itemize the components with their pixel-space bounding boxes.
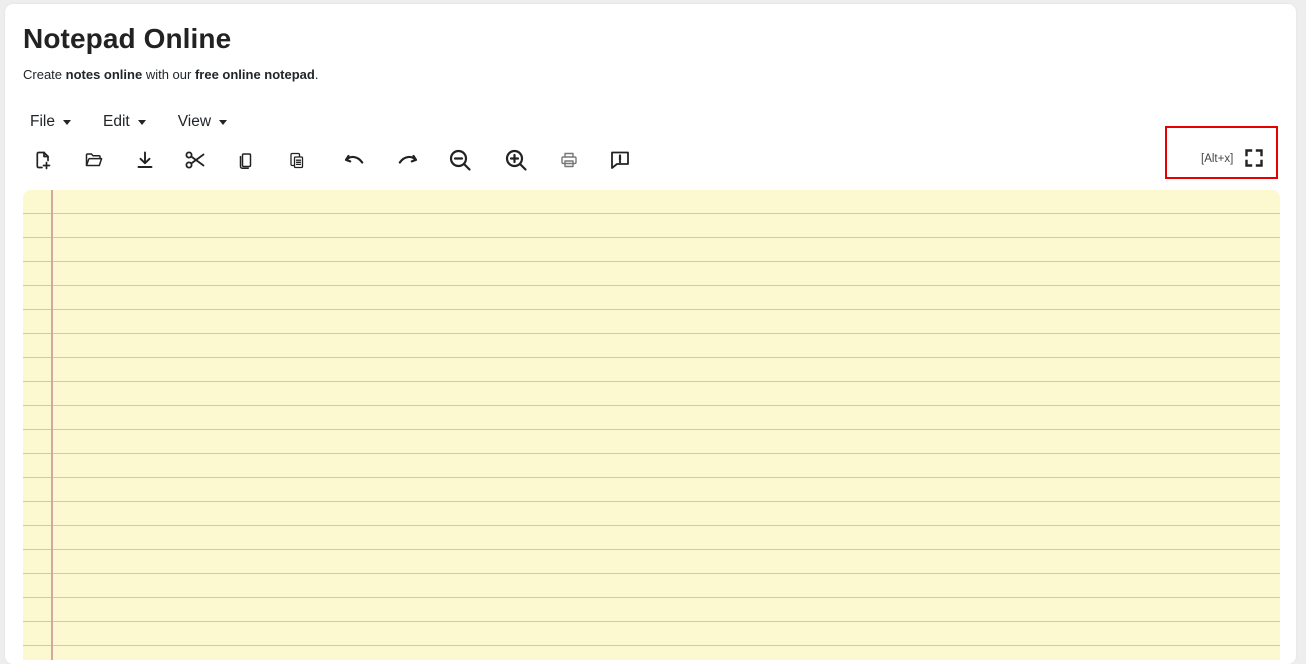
menu-file[interactable]: File <box>26 111 75 133</box>
open-folder-icon <box>85 153 103 167</box>
notepad-paper <box>23 190 1280 660</box>
menu-file-label: File <box>30 113 55 130</box>
fullscreen-shortcut-hint: [Alt+x] <box>1201 153 1234 165</box>
new-file-icon <box>36 151 51 170</box>
paste-icon <box>290 152 304 169</box>
subtitle-text-2: with our <box>142 67 195 82</box>
fullscreen-icon <box>1245 149 1263 167</box>
new-file-button[interactable] <box>30 147 56 173</box>
page-subtitle: Create notes online with our free online… <box>23 66 318 84</box>
print-icon <box>561 152 577 168</box>
subtitle-text-3: . <box>314 67 319 82</box>
menu-view[interactable]: View <box>174 111 231 133</box>
notepad-card: Notepad Online Create notes online with … <box>5 4 1296 664</box>
copy-icon <box>239 153 252 170</box>
print-button[interactable] <box>556 147 582 173</box>
zoom-in-icon <box>505 149 527 171</box>
caret-down-icon <box>137 120 146 125</box>
subtitle-text-1: Create <box>23 67 66 82</box>
zoom-out-button[interactable] <box>447 147 473 173</box>
paste-button[interactable] <box>284 147 310 173</box>
menu-bar: File Edit View <box>26 111 255 133</box>
caret-down-icon <box>62 120 71 125</box>
subtitle-bold-1: notes online <box>65 67 143 82</box>
caret-down-icon <box>219 120 228 125</box>
undo-icon <box>344 154 364 164</box>
feedback-button[interactable] <box>607 147 633 173</box>
fullscreen-button[interactable] <box>1242 146 1266 170</box>
download-button[interactable] <box>132 147 158 173</box>
cut-button[interactable] <box>182 147 208 173</box>
zoom-out-icon <box>449 149 471 171</box>
page-title: Notepad Online <box>23 23 232 54</box>
download-icon <box>137 151 153 168</box>
cut-icon <box>185 151 205 169</box>
zoom-in-button[interactable] <box>503 147 529 173</box>
menu-edit-label: Edit <box>102 113 130 130</box>
paper-margin-line <box>51 190 53 660</box>
feedback-icon <box>611 151 629 169</box>
redo-icon <box>398 154 418 164</box>
subtitle-bold-2: free online notepad <box>194 67 315 82</box>
menu-view-label: View <box>177 113 212 130</box>
notepad-textarea[interactable] <box>57 190 1272 660</box>
menu-edit[interactable]: Edit <box>99 111 150 133</box>
undo-button[interactable] <box>341 147 367 173</box>
open-file-button[interactable] <box>81 147 107 173</box>
copy-button[interactable] <box>233 147 259 173</box>
redo-button[interactable] <box>395 147 421 173</box>
